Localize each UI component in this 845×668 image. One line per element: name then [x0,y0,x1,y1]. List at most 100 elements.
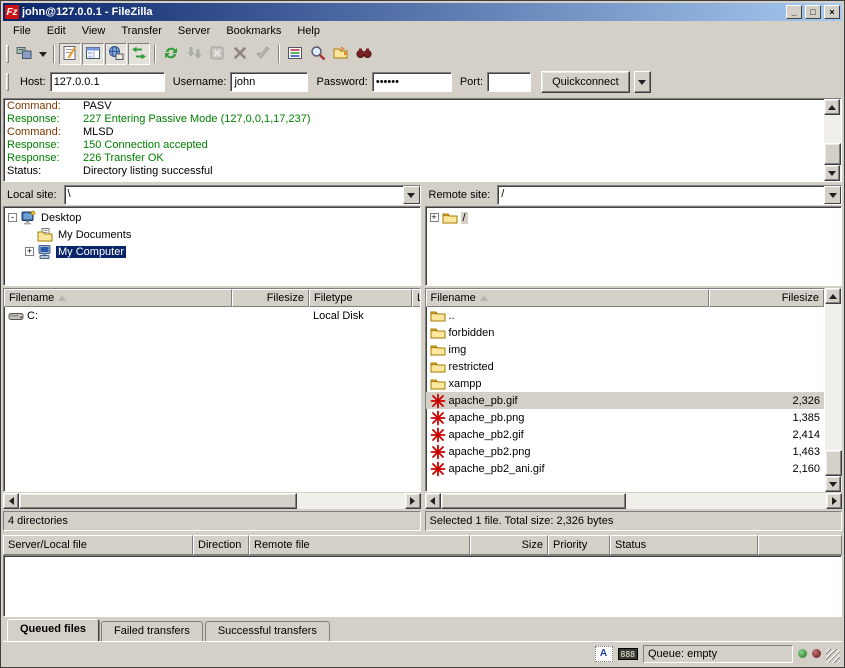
remote-file-list: FilenameFilesize ..forbiddenimgrestricte… [425,288,826,492]
close-button[interactable]: × [824,5,840,19]
scrollbar-track[interactable] [441,493,827,509]
expand-icon[interactable]: + [430,213,439,222]
queue-column-remote-file[interactable]: Remote file [249,535,470,555]
toggle-local-tree-button[interactable] [82,43,104,65]
username-input[interactable] [230,72,308,92]
file-row[interactable]: apache_pb2.png1,463 [426,443,825,460]
tab-successful-transfers[interactable]: Successful transfers [205,621,330,641]
reconnect-icon [255,45,271,64]
local-site-combo[interactable]: \ [64,185,421,205]
password-input[interactable] [372,72,452,92]
remote-vertical-scrollbar[interactable] [825,288,842,492]
scroll-down-button[interactable] [824,165,840,181]
chevron-down-icon [829,193,837,198]
scroll-left-button[interactable] [425,493,441,509]
minimize-button[interactable]: _ [786,5,802,19]
remote-list-body[interactable]: ..forbiddenimgrestrictedxamppapache_pb.g… [426,307,825,491]
column-header-filesize[interactable]: Filesize [709,289,825,307]
scrollbar-thumb[interactable] [19,493,297,509]
tree-item-label: My Documents [56,229,133,241]
remote-site-dropdown-button[interactable] [824,186,841,204]
menu-file[interactable]: File [5,23,39,39]
file-row[interactable]: restricted [426,358,825,375]
collapse-icon[interactable]: - [8,213,17,222]
local-site-dropdown-button[interactable] [403,186,420,204]
tree-item[interactable]: - Desktop [4,209,420,226]
scrollbar-thumb[interactable] [825,450,842,476]
scroll-left-button[interactable] [3,493,19,509]
scroll-up-button[interactable] [825,288,841,304]
local-list-body[interactable]: C:Local Disk [4,307,420,491]
scrollbar-thumb[interactable] [441,493,626,509]
host-input[interactable] [50,72,165,92]
queue-column-direction[interactable]: Direction [193,535,249,555]
transfer-type-icon[interactable]: A [595,646,613,662]
queue-column-size[interactable]: Size [470,535,548,555]
tree-item[interactable]: +My Computer [4,243,420,260]
file-row[interactable]: img [426,341,825,358]
file-row[interactable]: xampp [426,375,825,392]
file-row[interactable]: apache_pb.png1,385 [426,409,825,426]
scroll-down-button[interactable] [825,476,841,492]
queue-column-status[interactable]: Status [610,535,758,555]
resize-grip[interactable] [826,649,840,663]
tree-item[interactable]: My Documents [4,226,420,243]
toggle-queue-button[interactable] [128,43,150,65]
tree-item[interactable]: +/ [426,209,842,226]
queue-body[interactable] [3,555,842,617]
file-cell-text: apache_pb.gif [449,395,518,407]
menu-server[interactable]: Server [170,23,218,39]
file-row[interactable]: apache_pb2.gif2,414 [426,426,825,443]
menu-edit[interactable]: Edit [39,23,74,39]
site-manager-dropdown-button[interactable] [36,43,49,65]
quickconnect-dropdown-button[interactable] [634,71,651,93]
menu-help[interactable]: Help [289,23,328,39]
synchronized-browsing-button[interactable] [353,43,375,65]
queue-column-server-local-file[interactable]: Server/Local file [3,535,193,555]
scrollbar-thumb[interactable] [824,143,841,165]
quickconnect-button[interactable]: Quickconnect [541,71,630,93]
message-log-scrollbar[interactable] [824,99,841,181]
tab-queued-files[interactable]: Queued files [7,619,99,641]
quickbar-grip[interactable] [6,73,9,91]
port-input[interactable] [487,72,531,92]
file-cell: restricted [426,358,709,375]
toolbar-grip[interactable] [6,45,9,63]
scroll-right-button[interactable] [826,493,842,509]
file-row[interactable]: forbidden [426,324,825,341]
menu-transfer[interactable]: Transfer [113,23,170,39]
menu-bookmarks[interactable]: Bookmarks [218,23,289,39]
scroll-right-button[interactable] [405,493,421,509]
column-header-filename[interactable]: Filename [426,289,709,307]
speed-limit-icon[interactable]: 888 [618,648,638,660]
toggle-message-log-button[interactable] [59,43,81,65]
scrollbar-track[interactable] [824,115,841,165]
refresh-button[interactable] [160,43,182,65]
column-header-filename[interactable]: Filename [4,289,232,307]
column-header-filesize[interactable]: Filesize [232,289,309,307]
maximize-button[interactable]: □ [805,5,821,19]
scrollbar-track[interactable] [825,304,842,476]
scrollbar-track[interactable] [19,493,405,509]
menu-view[interactable]: View [74,23,114,39]
queue-column-priority[interactable]: Priority [548,535,610,555]
file-row[interactable]: C:Local Disk [4,307,420,324]
find-files-button[interactable] [307,43,329,65]
file-cell: .. [426,307,709,324]
remote-horizontal-scrollbar[interactable] [425,493,843,509]
directory-compare-button[interactable] [330,43,352,65]
tab-failed-transfers[interactable]: Failed transfers [101,621,203,641]
scroll-up-button[interactable] [824,99,840,115]
expand-icon[interactable]: + [25,247,34,256]
filter-button[interactable] [284,43,306,65]
site-manager-button[interactable] [13,43,35,65]
column-header-last-modified[interactable]: Last modified [412,289,421,307]
column-header-filetype[interactable]: Filetype [309,289,412,307]
file-row[interactable]: .. [426,307,825,324]
file-row[interactable]: apache_pb2_ani.gif2,160 [426,460,825,477]
tree-item-label: Desktop [39,212,83,224]
local-horizontal-scrollbar[interactable] [3,493,421,509]
remote-site-combo[interactable]: / [497,185,842,205]
file-row[interactable]: apache_pb.gif2,326 [426,392,825,409]
toggle-remote-tree-button[interactable] [105,43,127,65]
